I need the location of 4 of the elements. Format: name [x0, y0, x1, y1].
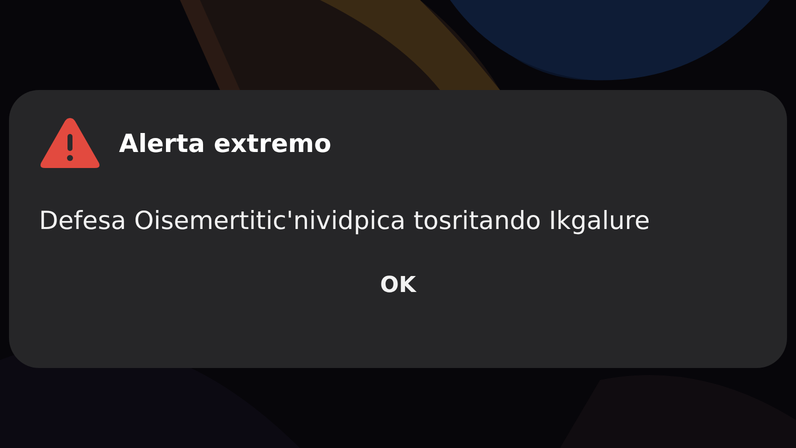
warning-icon: [39, 116, 101, 170]
ok-button[interactable]: OK: [360, 265, 436, 306]
alert-message: Defesa Oisemertitic'nividpica tosritando Ikgalure: [39, 206, 651, 235]
dialog-title: Alerta extremo: [119, 128, 332, 158]
